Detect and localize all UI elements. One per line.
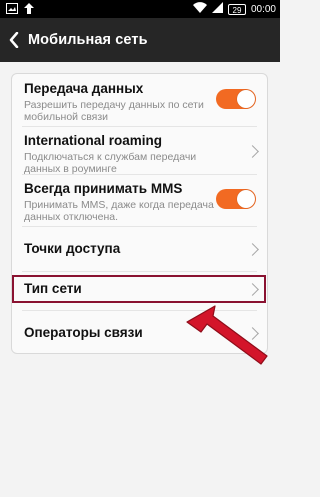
wifi-icon: [192, 2, 207, 16]
arrow-annotation-icon: [186, 305, 268, 365]
data-transfer-toggle[interactable]: [216, 89, 256, 109]
divider: [22, 174, 257, 175]
status-bar: 29 00:00: [0, 0, 280, 18]
signal-icon: [211, 2, 223, 16]
upload-icon: [24, 3, 34, 17]
setting-title: International roaming: [24, 133, 163, 148]
battery-icon: 29: [227, 3, 246, 15]
back-chevron-icon: [9, 32, 19, 48]
divider: [22, 126, 257, 127]
setting-subtitle: Принимать MMS, даже когда передача данны…: [24, 199, 214, 223]
divider: [22, 271, 257, 272]
app-bar: Мобильная сеть: [0, 18, 280, 62]
clock: 00:00: [250, 3, 276, 15]
toggle-knob: [237, 90, 255, 108]
setting-title: Точки доступа: [24, 241, 121, 256]
image-icon: [6, 3, 18, 17]
setting-access-points[interactable]: Точки доступа: [12, 227, 267, 271]
setting-always-mms[interactable]: Всегда принимать MMS Принимать MMS, даже…: [12, 181, 267, 231]
back-button[interactable]: [0, 32, 28, 48]
always-mms-toggle[interactable]: [216, 189, 256, 209]
page-title: Мобильная сеть: [28, 32, 148, 48]
setting-subtitle: Разрешить передачу данных по сети мобиль…: [24, 99, 204, 123]
toggle-knob: [237, 190, 255, 208]
setting-international-roaming[interactable]: International roaming Подключаться к слу…: [12, 133, 267, 179]
setting-data-transfer[interactable]: Передача данных Разрешить передачу данны…: [12, 81, 267, 131]
setting-subtitle: Подключаться к службам передачи данных в…: [24, 151, 197, 175]
